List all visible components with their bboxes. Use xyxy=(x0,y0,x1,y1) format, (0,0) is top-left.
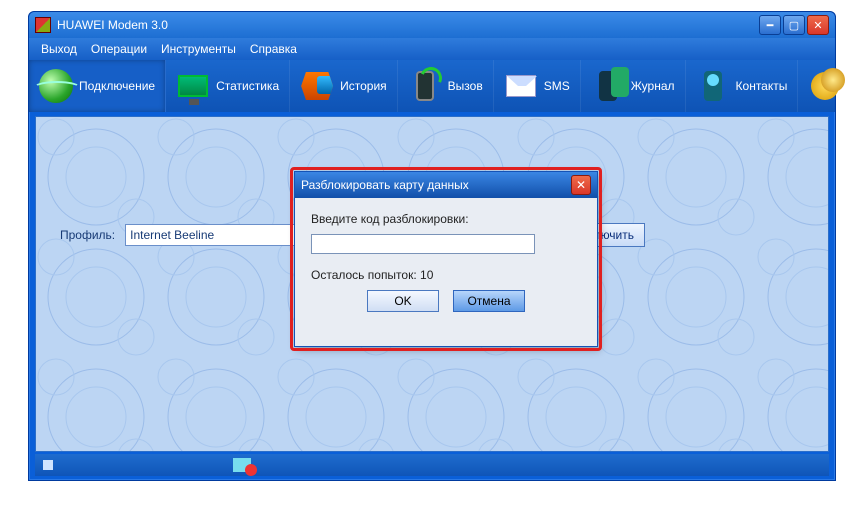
tab-label: Баланс xyxy=(848,79,864,93)
tab-label: Подключение xyxy=(79,79,155,93)
journal-icon xyxy=(599,71,617,101)
main-window: HUAWEI Modem 3.0 ━ ▢ ✕ Выход Операции Ин… xyxy=(28,11,836,481)
tab-label: Контакты xyxy=(736,79,788,93)
window-title: HUAWEI Modem 3.0 xyxy=(57,18,757,32)
tab-label: Журнал xyxy=(631,79,675,93)
content-area: Профиль: Internet Beeline ▾ Подключить Р… xyxy=(35,116,829,452)
monitor-icon xyxy=(178,75,208,97)
dialog-close-button[interactable]: ✕ xyxy=(571,175,591,195)
dialog-title: Разблокировать карту данных xyxy=(301,178,571,192)
contact-icon xyxy=(704,71,722,101)
tab-label: Вызов xyxy=(448,79,483,93)
dialog-attempts: Осталось попыток: 10 xyxy=(311,268,581,282)
cancel-button[interactable]: Отмена xyxy=(453,290,525,312)
unlock-dialog: Разблокировать карту данных ✕ Введите ко… xyxy=(294,171,598,347)
tab-label: SMS xyxy=(544,79,570,93)
menu-tools[interactable]: Инструменты xyxy=(155,40,242,58)
tab-balance[interactable]: Баланс xyxy=(798,60,864,112)
menubar: Выход Операции Инструменты Справка xyxy=(29,38,835,60)
network-error-icon xyxy=(233,458,251,472)
ok-button[interactable]: OK xyxy=(367,290,439,312)
phone-icon xyxy=(416,71,434,101)
menu-help[interactable]: Справка xyxy=(244,40,303,58)
statusbar xyxy=(35,454,829,476)
boxes-icon xyxy=(301,72,333,100)
dialog-prompt: Введите код разблокировки: xyxy=(311,212,581,226)
toolbar: Подключение Статистика История Вызов SMS… xyxy=(29,60,835,112)
coins-icon xyxy=(811,72,839,100)
tab-call[interactable]: Вызов xyxy=(398,60,494,112)
tab-journal[interactable]: Журнал xyxy=(581,60,686,112)
profile-label: Профиль: xyxy=(60,228,115,242)
tab-contacts[interactable]: Контакты xyxy=(686,60,799,112)
maximize-button[interactable]: ▢ xyxy=(783,15,805,35)
globe-icon xyxy=(39,69,73,103)
tab-connection[interactable]: Подключение xyxy=(29,60,166,112)
app-icon xyxy=(35,17,51,33)
minimize-button[interactable]: ━ xyxy=(759,15,781,35)
unlock-code-input[interactable] xyxy=(311,234,535,254)
titlebar[interactable]: HUAWEI Modem 3.0 ━ ▢ ✕ xyxy=(29,12,835,38)
tab-history[interactable]: История xyxy=(290,60,398,112)
close-button[interactable]: ✕ xyxy=(807,15,829,35)
tab-sms[interactable]: SMS xyxy=(494,60,581,112)
tab-statistics[interactable]: Статистика xyxy=(166,60,290,112)
dialog-titlebar[interactable]: Разблокировать карту данных ✕ xyxy=(295,172,597,198)
menu-exit[interactable]: Выход xyxy=(35,40,83,58)
envelope-icon xyxy=(506,75,536,97)
tab-label: История xyxy=(340,79,387,93)
signal-icon xyxy=(43,460,53,470)
profile-value: Internet Beeline xyxy=(130,228,214,242)
menu-operations[interactable]: Операции xyxy=(85,40,153,58)
tab-label: Статистика xyxy=(216,79,279,93)
